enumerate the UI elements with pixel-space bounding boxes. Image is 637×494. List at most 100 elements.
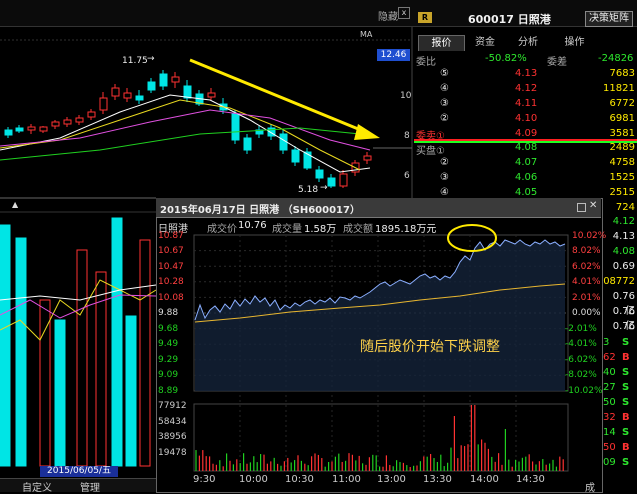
trade-volume: 09 [603,457,616,468]
candle-body [363,155,372,161]
trade-volume: 62 [603,352,616,363]
popup-y-right-tick: -8.02% [565,370,597,380]
rating-badge: R [418,12,432,23]
volume-bar [54,319,66,467]
trade-side: S [622,427,630,438]
side-value: 4.13 [612,231,635,242]
candle-body [123,92,132,99]
candle-body [27,126,36,131]
side-value: 4.12 [612,216,635,227]
ask-level: ④ [440,83,449,94]
ask-volume: 7683 [609,68,635,79]
popup-x-tick: 11:00 [332,474,361,485]
hide-button[interactable]: 隐藏 [378,8,398,23]
minimize-icon[interactable] [577,203,586,212]
ask-volume: 3581 [609,128,635,139]
popup-volume-tick: 38956 [158,432,187,442]
y-tick-6: 6 [404,171,410,181]
wei-bi-value: -50.82% [485,53,527,64]
popup-y-right-tick: 10.02% [572,231,607,241]
trade-side: S [622,367,630,378]
trade-side: S [622,382,630,393]
ask-level: ⑤ [440,68,449,79]
candle-body [315,169,324,179]
popup-x-tick: 10:30 [285,474,314,485]
bid-volume: 2489 [609,142,635,153]
candle-body [207,92,216,98]
tab-analysis[interactable]: 分析 [508,35,548,50]
candle-body [327,177,336,187]
popup-y-right-tick: -6.02% [565,355,597,365]
trade-volume: 14 [603,427,616,438]
popup-y-left-tick: 10.47 [158,262,184,272]
date-badge: 2015/06/05/五 [40,466,118,477]
popup-y-left-tick: 10.28 [158,277,184,287]
bid-level: ④ [440,187,449,198]
bid-price: 4.05 [515,187,538,198]
candle-body [15,127,24,132]
popup-y-left-tick: 10.67 [158,246,184,256]
candle-body [4,129,13,136]
candle-body [159,73,168,87]
volume-bar [139,239,151,467]
y-tick-10: 10 [400,91,412,101]
bid-volume: 2515 [609,187,635,198]
ask-price: 4.13 [515,68,538,79]
side-value: 0.76 [612,321,635,332]
tab-operations[interactable]: 操作 [552,35,597,50]
ma20-line [0,109,371,151]
popup-y-left-tick: 9.09 [158,370,179,380]
popup-volume-tick: 77912 [158,401,187,411]
bid-volume: 724 [615,202,635,213]
buy-label: 买盘① [416,146,445,157]
low-price-label: 5.18 [298,185,319,195]
tab-manage[interactable]: 管理 [80,479,100,494]
volume-bar [0,224,11,467]
bid-price: 4.06 [515,172,538,183]
tab-custom[interactable]: 自定义 [22,479,52,494]
popup-x-tick: 14:00 [470,474,499,485]
price-value: 10.76 [238,220,267,231]
popup-x-tick: 13:30 [423,474,452,485]
close-icon[interactable]: ✕ [589,200,597,211]
candle-body [111,87,120,97]
volume-bar [39,299,51,467]
close-icon[interactable]: x [398,7,410,19]
volume-bar [76,249,88,467]
candle-body [87,111,96,118]
wei-cha-label: 委差 [547,57,567,68]
trend-arrowhead-icon [354,124,380,140]
trade-volume: 50 [603,442,616,453]
candle-body [75,117,84,123]
price-tag: 12.46 [377,49,410,61]
candle-body [99,97,108,111]
popup-x-tick: 9:30 [193,474,216,485]
popup-y-left-tick: 10.87 [158,231,184,241]
candle-body [183,85,192,99]
candle-body [63,119,72,125]
tab-quote[interactable]: 报价 [418,35,465,51]
stock-title: 600017 日照港 [468,13,551,26]
trade-side: S [622,457,630,468]
popup-y-right-tick: 0.00% [572,308,601,318]
popup-y-right-tick: -10.02% [565,386,603,396]
side-value: 4.08 [612,246,635,257]
popup-y-left-tick: 8.89 [158,386,179,396]
arrow-right-icon: → [320,183,328,193]
ask-level: ② [440,113,449,124]
ma60-line [0,127,371,161]
ask-price: 4.09 [515,128,538,139]
volume-bar [125,315,137,467]
candle-body [339,173,348,187]
decision-matrix-button[interactable]: 决策矩阵 [585,11,633,27]
trend-arrow-line [189,58,369,135]
volume-label: 成交量 [272,224,302,235]
corner-label: 成 [585,483,595,494]
candle-body [291,149,300,163]
tab-funds[interactable]: 资金 [465,35,505,50]
amount-label: 成交额 [343,224,373,235]
ask-volume: 6981 [609,113,635,124]
bid-volume: 1525 [609,172,635,183]
annotation-text: 随后股价开始下跌调整 [360,339,500,355]
y-tick-8: 8 [404,131,410,141]
